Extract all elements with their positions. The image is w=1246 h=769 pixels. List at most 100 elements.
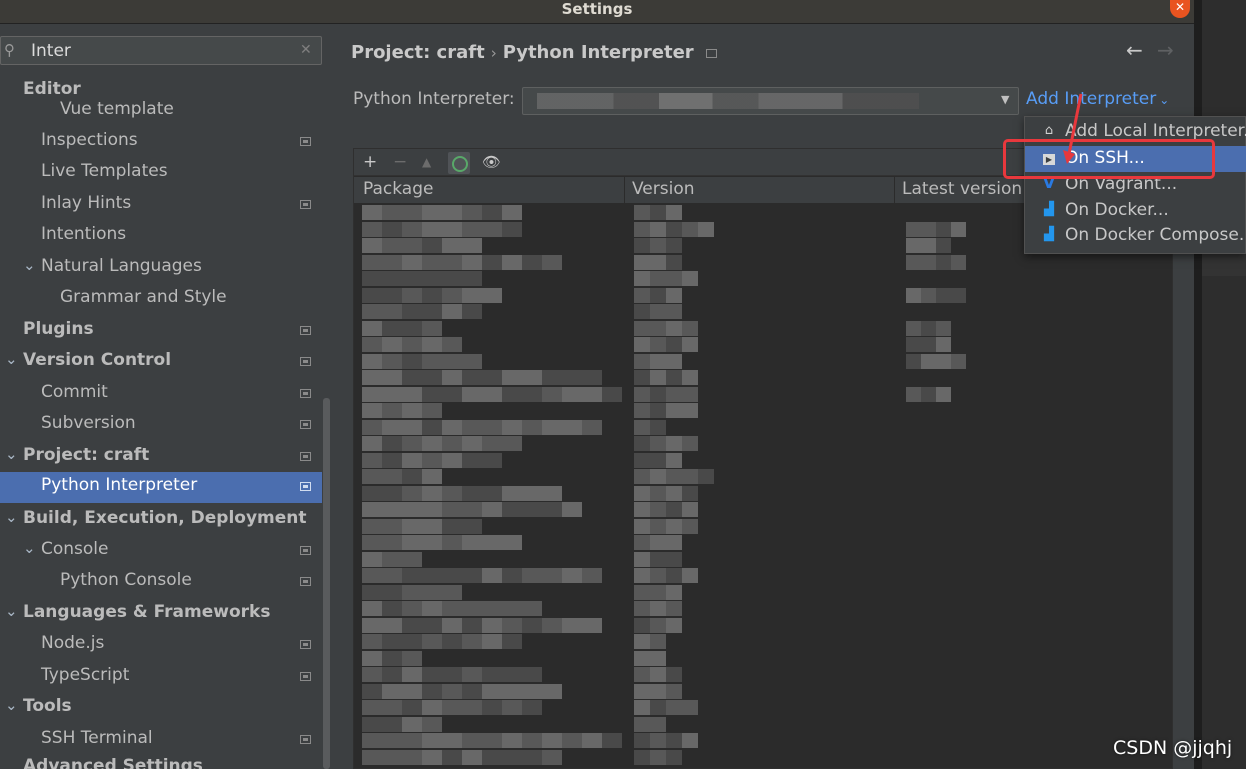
sidebar-item-nodejs[interactable]: Node.js	[0, 630, 322, 661]
menu-item-on-docker-compose[interactable]: ▟ On Docker Compose...	[1025, 223, 1246, 249]
redacted-package-name	[482, 733, 502, 748]
redacted-package-name	[362, 634, 382, 649]
redacted-package-version	[650, 634, 666, 649]
sidebar-item-grammar-and-style[interactable]: Grammar and Style	[0, 284, 322, 315]
column-header-latest-version[interactable]: Latest version	[902, 179, 1022, 199]
redacted-package-name	[462, 683, 482, 699]
refresh-icon[interactable]	[448, 152, 470, 174]
redacted-package-name	[362, 419, 382, 435]
chevron-down-icon[interactable]: ⌄	[5, 696, 18, 714]
eye-icon[interactable]: 👁	[482, 153, 501, 171]
sidebar-item-plugins[interactable]: Plugins	[0, 316, 322, 347]
column-header-package[interactable]: Package	[363, 179, 433, 199]
docker-compose-icon: ▟	[1044, 227, 1054, 242]
sidebar-item-languages-frameworks[interactable]: ⌄ Languages & Frameworks	[0, 599, 322, 630]
redacted-package-name	[442, 485, 462, 501]
redacted-package-version	[650, 518, 666, 534]
redacted-package-name	[402, 254, 422, 270]
redacted-package-name	[382, 287, 402, 303]
chevron-down-icon[interactable]: ⌄	[23, 539, 36, 557]
redacted-package-name	[362, 733, 382, 748]
sidebar-item-label: Tools	[23, 696, 72, 716]
back-arrow-icon[interactable]: ←	[1126, 38, 1143, 62]
sidebar-item-python-interpreter[interactable]: Python Interpreter	[0, 472, 331, 503]
sidebar-item-label: TypeScript	[41, 665, 130, 685]
add-package-icon[interactable]: +	[363, 152, 377, 172]
breadcrumb-separator-icon: ›	[490, 44, 497, 62]
redacted-package-name	[382, 749, 402, 765]
sidebar-item-python-console[interactable]: Python Console	[0, 567, 322, 598]
sidebar-item-typescript[interactable]: TypeScript	[0, 662, 322, 693]
clear-search-icon[interactable]: ✕	[300, 42, 312, 58]
sidebar-item-live-templates[interactable]: Live Templates	[0, 158, 322, 189]
redacted-package-name	[502, 221, 522, 237]
redacted-package-version	[634, 551, 650, 567]
redacted-package-version	[666, 320, 682, 336]
project-settings-icon	[300, 735, 311, 744]
chevron-down-icon[interactable]: ⌄	[5, 508, 18, 526]
redacted-package-name	[502, 634, 522, 649]
redacted-package-version	[682, 502, 698, 517]
add-interpreter-link[interactable]: Add Interpreter ⌄	[1026, 89, 1169, 109]
chevron-down-icon[interactable]: ⌄	[5, 445, 18, 463]
redacted-package-name	[362, 683, 382, 699]
redacted-package-name	[582, 617, 602, 633]
sidebar-item-project-craft[interactable]: ⌄ Project: craft	[0, 442, 322, 473]
menu-item-on-docker[interactable]: ▟ On Docker...	[1025, 198, 1246, 224]
redacted-package-name	[442, 271, 462, 286]
redacted-latest-version	[921, 337, 936, 352]
redacted-package-name	[502, 419, 522, 435]
sidebar-item-inspections[interactable]: Inspections	[0, 127, 322, 158]
sidebar-item-console[interactable]: ⌄ Console	[0, 536, 322, 567]
column-divider[interactable]	[894, 177, 895, 203]
redacted-package-name	[362, 320, 382, 336]
redacted-package-name	[362, 337, 382, 352]
redacted-latest-version	[936, 287, 951, 303]
column-header-version[interactable]: Version	[632, 179, 695, 199]
redacted-package-name	[402, 518, 422, 534]
sidebar-item-inlay-hints[interactable]: Inlay Hints	[0, 190, 322, 221]
sidebar-item-label: Languages & Frameworks	[23, 602, 271, 622]
chevron-down-icon[interactable]: ⌄	[5, 602, 18, 620]
interpreter-select[interactable]: ▼	[522, 87, 1019, 115]
sidebar-item-natural-languages[interactable]: ⌄ Natural Languages	[0, 253, 322, 284]
redacted-package-version	[650, 337, 666, 352]
redacted-package-name	[502, 601, 522, 616]
sidebar-scrollbar-thumb[interactable]	[323, 398, 330, 769]
menu-item-label: On Docker...	[1065, 200, 1169, 220]
redacted-latest-version	[936, 386, 951, 402]
redacted-package-version	[634, 221, 650, 237]
redacted-package-version	[682, 221, 698, 237]
sidebar-item-vue-template[interactable]: Vue template	[0, 96, 322, 127]
redacted-package-name	[402, 634, 422, 649]
redacted-package-name	[522, 667, 542, 682]
column-divider[interactable]	[624, 177, 625, 203]
breadcrumb-project[interactable]: Project: craft	[351, 42, 485, 63]
search-input[interactable]	[31, 40, 291, 62]
sidebar-item-subversion[interactable]: Subversion	[0, 410, 322, 441]
redacted-package-name	[402, 304, 422, 319]
chevron-down-icon[interactable]: ⌄	[23, 256, 36, 274]
annotation-arrow	[1063, 93, 1083, 164]
redacted-package-name	[462, 535, 482, 550]
sidebar-item-label: Build, Execution, Deployment	[23, 508, 307, 528]
settings-search[interactable]: ⚲ ✕	[0, 36, 322, 65]
remove-package-icon[interactable]: −	[393, 152, 407, 172]
redacted-package-name	[522, 568, 542, 583]
sidebar-item-tools[interactable]: ⌄ Tools	[0, 693, 322, 724]
forward-arrow-icon[interactable]: →	[1157, 38, 1174, 62]
redacted-package-name	[382, 271, 402, 286]
sidebar-item-ssh-terminal[interactable]: SSH Terminal	[0, 725, 322, 756]
sidebar-item-advanced-settings[interactable]: Advanced Settings	[0, 753, 322, 769]
sidebar-item-commit[interactable]: Commit	[0, 379, 322, 410]
sidebar-item-version-control[interactable]: ⌄ Version Control	[0, 347, 322, 378]
menu-item-label: On Docker Compose...	[1065, 225, 1246, 245]
redacted-package-version	[650, 667, 666, 682]
redacted-latest-version	[936, 238, 951, 253]
redacted-package-name	[462, 287, 482, 303]
sidebar-item-intentions[interactable]: Intentions	[0, 221, 322, 252]
sidebar-item-build-execution-deployment[interactable]: ⌄ Build, Execution, Deployment	[0, 505, 322, 536]
chevron-down-icon[interactable]: ⌄	[5, 350, 18, 368]
upgrade-package-icon[interactable]: ▲	[422, 155, 431, 169]
redacted-package-name	[402, 238, 422, 253]
